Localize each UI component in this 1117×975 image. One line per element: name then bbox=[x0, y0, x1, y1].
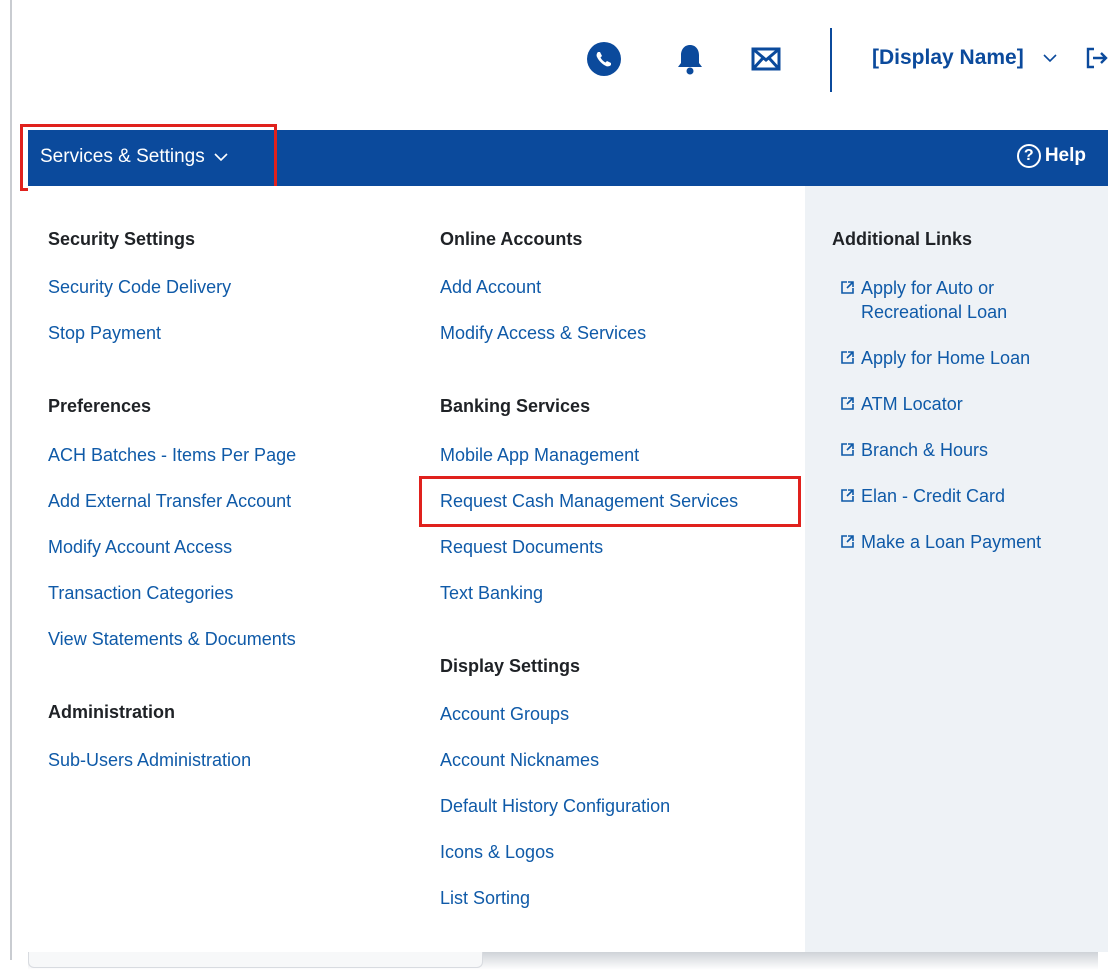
display-settings-heading: Display Settings bbox=[440, 656, 581, 676]
mail-icon[interactable] bbox=[748, 41, 784, 77]
horizontal-scrollbar[interactable] bbox=[28, 950, 483, 968]
modify-access-services-link[interactable]: Modify Access & Services bbox=[440, 323, 646, 344]
display-name-button[interactable]: [Display Name] bbox=[872, 46, 1024, 70]
external-link-icon bbox=[841, 281, 854, 294]
default-history-configuration-link[interactable]: Default History Configuration bbox=[440, 796, 670, 817]
administration-heading: Administration bbox=[48, 702, 176, 722]
help-label: Help bbox=[1044, 145, 1086, 166]
phone-icon[interactable] bbox=[586, 41, 622, 77]
ach-batches-link[interactable]: ACH Batches - Items Per Page bbox=[48, 445, 296, 466]
apply-auto-recreational-loan-link[interactable]: Apply for Auto or Recreational Loan bbox=[840, 276, 1050, 324]
elan-credit-card-label: Elan - Credit Card bbox=[861, 486, 1006, 506]
branch-hours-link[interactable]: Branch & Hours bbox=[840, 438, 988, 462]
request-cash-management-highlight-box bbox=[419, 476, 801, 527]
help-button[interactable]: ? Help bbox=[1016, 144, 1086, 168]
external-link-icon bbox=[841, 489, 854, 502]
bell-icon[interactable] bbox=[672, 41, 708, 77]
utility-bar: [Display Name] bbox=[10, 0, 1117, 130]
add-account-link[interactable]: Add Account bbox=[440, 277, 541, 298]
logout-icon[interactable] bbox=[1086, 46, 1108, 75]
icons-logos-link[interactable]: Icons & Logos bbox=[440, 842, 554, 863]
chevron-down-icon[interactable] bbox=[1042, 50, 1058, 71]
apply-home-loan-label: Apply for Home Loan bbox=[861, 348, 1031, 368]
add-external-transfer-account-link[interactable]: Add External Transfer Account bbox=[48, 491, 291, 512]
mobile-app-management-link[interactable]: Mobile App Management bbox=[440, 445, 639, 466]
external-link-icon bbox=[841, 351, 854, 364]
banking-services-heading: Banking Services bbox=[440, 396, 591, 416]
online-accounts-heading: Online Accounts bbox=[440, 229, 583, 249]
security-code-delivery-link[interactable]: Security Code Delivery bbox=[48, 277, 231, 298]
external-link-icon bbox=[841, 535, 854, 548]
apply-home-loan-link[interactable]: Apply for Home Loan bbox=[840, 346, 1030, 370]
branch-hours-label: Branch & Hours bbox=[861, 440, 989, 460]
external-link-icon bbox=[841, 443, 854, 456]
apply-auto-recreational-loan-label: Apply for Auto or Recreational Loan bbox=[861, 278, 1008, 322]
make-loan-payment-label: Make a Loan Payment bbox=[861, 532, 1042, 552]
transaction-categories-link[interactable]: Transaction Categories bbox=[48, 583, 233, 604]
header-divider bbox=[830, 28, 832, 92]
sub-users-administration-link[interactable]: Sub-Users Administration bbox=[48, 750, 251, 771]
help-icon: ? bbox=[1016, 144, 1041, 168]
account-groups-link[interactable]: Account Groups bbox=[440, 704, 569, 725]
security-settings-heading: Security Settings bbox=[48, 229, 196, 249]
stop-payment-link[interactable]: Stop Payment bbox=[48, 323, 161, 344]
account-nicknames-link[interactable]: Account Nicknames bbox=[440, 750, 599, 771]
elan-credit-card-link[interactable]: Elan - Credit Card bbox=[840, 484, 1005, 508]
atm-locator-label: ATM Locator bbox=[861, 394, 963, 414]
nav-highlight-box bbox=[20, 124, 277, 191]
request-documents-link[interactable]: Request Documents bbox=[440, 537, 603, 558]
view-statements-documents-link[interactable]: View Statements & Documents bbox=[48, 629, 296, 650]
text-banking-link[interactable]: Text Banking bbox=[440, 583, 543, 604]
make-loan-payment-link[interactable]: Make a Loan Payment bbox=[840, 530, 1041, 554]
atm-locator-link[interactable]: ATM Locator bbox=[840, 392, 963, 416]
modify-account-access-link[interactable]: Modify Account Access bbox=[48, 537, 232, 558]
external-link-icon bbox=[841, 397, 854, 410]
list-sorting-link[interactable]: List Sorting bbox=[440, 888, 530, 909]
preferences-heading: Preferences bbox=[48, 396, 152, 416]
additional-links-heading: Additional Links bbox=[832, 229, 973, 249]
